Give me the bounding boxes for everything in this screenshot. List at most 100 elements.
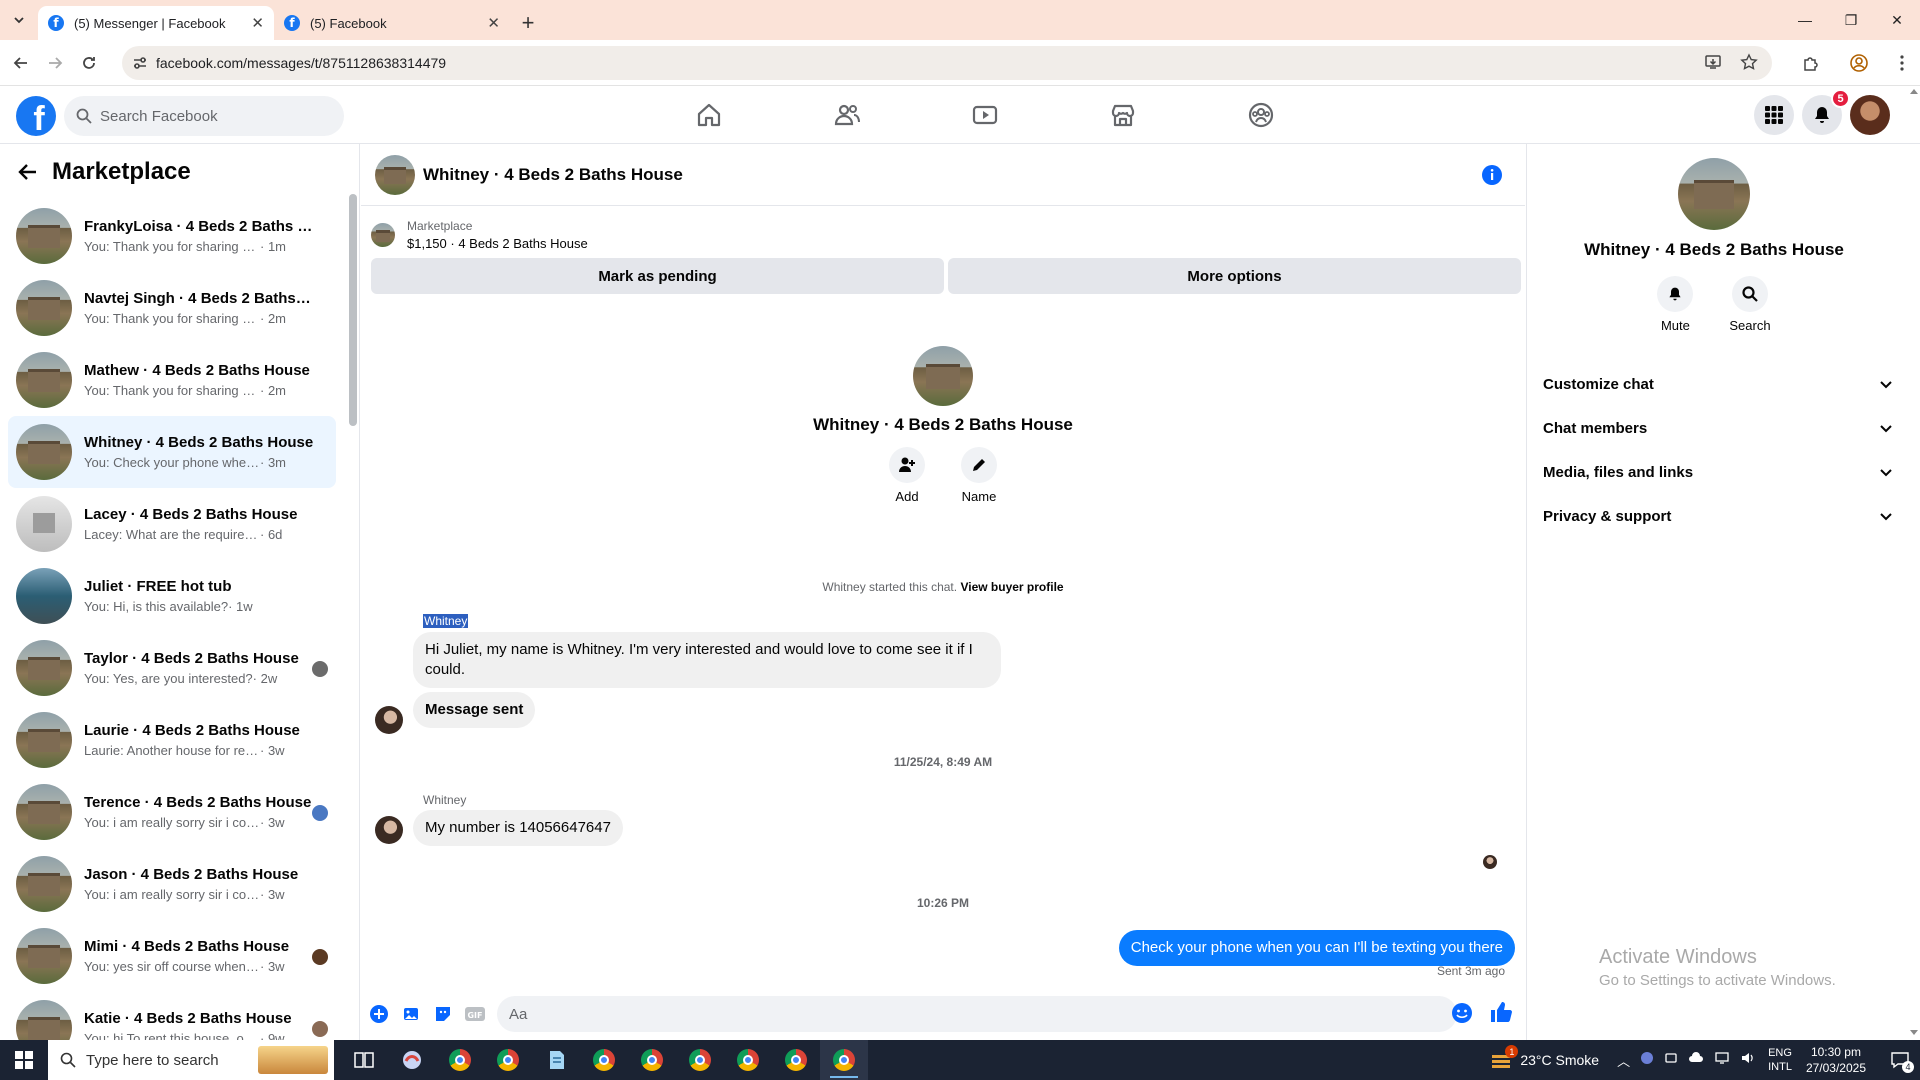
gif-button[interactable]: GIF [459,1004,491,1024]
attach-media-button[interactable] [395,1004,427,1024]
network-icon[interactable] [1714,1051,1730,1070]
sender-avatar[interactable] [375,706,403,734]
mark-as-pending-button[interactable]: Mark as pending [371,258,944,294]
taskbar-chrome-1[interactable] [436,1040,484,1080]
home-icon [697,103,721,127]
edit-name-button[interactable]: Name [958,447,1000,504]
bell-icon [1669,287,1681,301]
back-arrow-icon[interactable] [18,162,38,182]
taskbar-app-ai[interactable] [388,1040,436,1080]
like-button[interactable] [1489,1000,1513,1024]
emoji-button[interactable] [1451,1002,1473,1024]
account-avatar[interactable] [1850,95,1890,135]
facebook-logo[interactable]: f [16,96,56,136]
plus-circle-icon [370,1005,388,1023]
nav-friends[interactable] [778,86,916,144]
conversation-info-button[interactable] [1481,164,1503,186]
site-info-icon[interactable] [132,55,148,71]
language-indicator[interactable]: ENG INTL [1768,1046,1792,1074]
taskbar-chrome-3[interactable] [580,1040,628,1080]
restore-button[interactable]: ❐ [1828,0,1874,40]
app-tray-icon[interactable] [1640,1051,1654,1070]
chat-members-section[interactable]: Chat members [1543,408,1893,448]
media-files-links-section[interactable]: Media, files and links [1543,452,1893,492]
weather-widget[interactable]: 1 23°C Smoke [1490,1045,1599,1069]
tab-messenger[interactable]: f (5) Messenger | Facebook ✕ [38,6,274,40]
listing-row[interactable]: Marketplace $1,150 · 4 Beds 2 Baths Hous… [371,218,1521,252]
nav-groups[interactable] [1192,86,1330,144]
minimize-button[interactable]: — [1782,0,1828,40]
chat-avatar[interactable] [375,154,415,195]
sidebar-scrollbar[interactable] [349,194,357,426]
reload-button[interactable] [72,46,106,80]
conversation-item[interactable]: Juliet · FREE hot tub You: Hi, is this av… [8,560,336,632]
taskbar-chrome-6[interactable] [724,1040,772,1080]
taskbar-notepad[interactable] [532,1040,580,1080]
taskbar-chrome-5[interactable] [676,1040,724,1080]
clock[interactable]: 10:30 pm 27/03/2025 [1806,1044,1866,1076]
more-actions-button[interactable] [363,1004,395,1024]
close-tab-icon[interactable]: ✕ [487,14,500,32]
conversation-item[interactable]: Whitney · 4 Beds 2 Baths House You: Check… [8,416,336,488]
show-hidden-icons[interactable]: ︿ [1617,1051,1630,1070]
sticker-button[interactable] [427,1004,459,1024]
taskbar-chrome-2[interactable] [484,1040,532,1080]
outgoing-message[interactable]: Check your phone when you can I'll be te… [1118,930,1515,966]
conversation-item[interactable]: Taylor · 4 Beds 2 Baths House You: Yes, a… [8,632,336,704]
notifications-button[interactable]: 5 [1802,89,1850,135]
nav-marketplace[interactable] [1054,86,1192,144]
close-window-button[interactable]: ✕ [1874,0,1920,40]
tab-search-dropdown[interactable] [0,0,38,40]
forward-button[interactable] [38,46,72,80]
incoming-message[interactable]: Message sent [413,692,536,728]
nav-video[interactable] [916,86,1054,144]
menu-grid-button[interactable] [1754,95,1794,135]
incoming-message[interactable]: My number is 14056647647 [413,810,623,846]
view-buyer-profile-link[interactable]: View buyer profile [960,580,1063,594]
conversation-item[interactable]: Katie · 4 Beds 2 Baths House You: hi To r… [8,992,336,1040]
conversation-item[interactable]: FrankyLoisa · 4 Beds 2 Baths Ho... You: T… [8,200,336,272]
nav-home[interactable] [640,86,778,144]
page-scrollbar[interactable] [1908,86,1920,1040]
conversation-item[interactable]: Navtej Singh · 4 Beds 2 Baths H... You: T… [8,272,336,344]
mute-button[interactable]: Mute [1657,276,1694,333]
taskbar-chrome-7[interactable] [772,1040,820,1080]
bookmark-star-icon[interactable] [1740,53,1758,71]
search-in-conversation-button[interactable]: Search [1729,276,1771,333]
close-tab-icon[interactable]: ✕ [251,14,264,32]
browser-menu-icon[interactable] [1890,46,1914,80]
task-view-button[interactable] [340,1040,388,1080]
more-options-button[interactable]: More options [948,258,1521,294]
message-input[interactable]: Aa [497,996,1457,1032]
facebook-search-input[interactable]: Search Facebook [64,96,344,136]
details-avatar[interactable] [1678,158,1750,230]
conversation-item[interactable]: Mathew · 4 Beds 2 Baths House You: Thank … [8,344,336,416]
new-tab-button[interactable]: + [510,6,546,40]
back-button[interactable] [4,46,38,80]
taskbar-chrome-active[interactable] [820,1040,868,1080]
url-bar[interactable]: facebook.com/messages/t/8751128638314479 [122,46,1772,80]
extensions-puzzle-icon[interactable] [1794,46,1828,80]
privacy-support-section[interactable]: Privacy & support [1543,496,1893,536]
sender-avatar[interactable] [375,816,403,844]
notification-center-button[interactable]: 4 [1880,1051,1920,1073]
conversation-item[interactable]: Mimi · 4 Beds 2 Baths House You: yes sir … [8,920,336,992]
meet-now-icon[interactable] [1664,1051,1678,1070]
conversation-item[interactable]: Jason · 4 Beds 2 Baths House You: i am re… [8,848,336,920]
profile-icon[interactable] [1842,46,1876,80]
volume-icon[interactable] [1740,1051,1756,1070]
tab-facebook[interactable]: f (5) Facebook ✕ [274,6,510,40]
conversation-item[interactable]: Terence · 4 Beds 2 Baths House You: i am … [8,776,336,848]
add-people-button[interactable]: Add [886,447,928,504]
customize-chat-section[interactable]: Customize chat [1543,364,1893,404]
start-button[interactable] [0,1040,48,1080]
intro-avatar[interactable] [913,346,973,406]
incoming-message[interactable]: Hi Juliet, my name is Whitney. I'm very … [413,632,1001,688]
taskbar-search-box[interactable]: Type here to search [48,1040,334,1080]
conversation-item[interactable]: Lacey · 4 Beds 2 Baths House Lacey: What … [8,488,336,560]
onedrive-icon[interactable] [1688,1051,1704,1070]
taskbar-chrome-4[interactable] [628,1040,676,1080]
conversation-item[interactable]: Laurie · 4 Beds 2 Baths House Laurie: Ano… [8,704,336,776]
install-app-icon[interactable] [1704,53,1722,71]
chat-title[interactable]: Whitney · 4 Beds 2 Baths House [423,165,683,185]
